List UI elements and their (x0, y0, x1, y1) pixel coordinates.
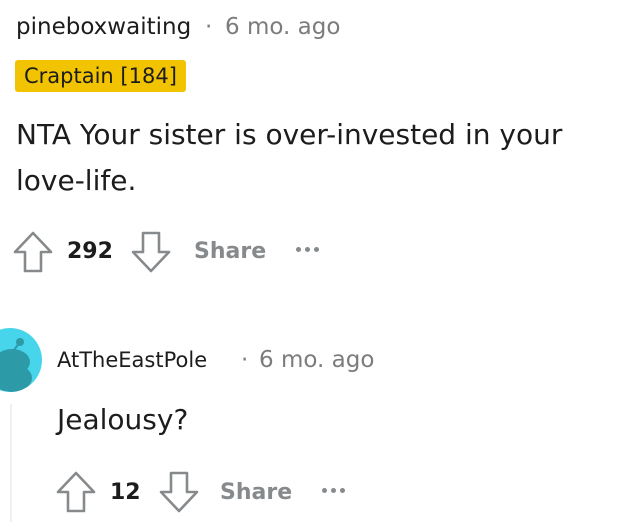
reply-author[interactable]: AtTheEastPole (57, 348, 207, 372)
comment-timestamp[interactable]: 6 mo. ago (225, 14, 340, 40)
downvote-arrow-icon[interactable] (158, 470, 200, 514)
upvote-arrow-icon[interactable] (55, 470, 97, 514)
meta-separator: · (241, 347, 249, 373)
more-options-icon[interactable] (296, 247, 319, 252)
downvote-arrow-icon[interactable] (130, 230, 172, 274)
vote-count: 12 (110, 480, 141, 505)
thread-line[interactable] (10, 404, 12, 522)
more-dot (305, 247, 310, 252)
more-dot (322, 488, 327, 493)
upvote-arrow-icon[interactable] (12, 230, 54, 274)
meta-separator: · (205, 14, 213, 40)
more-dot (331, 488, 336, 493)
user-flair: Craptain [184] (15, 60, 186, 92)
comment-body: NTA Your sister is over-invested in your… (16, 118, 563, 197)
share-button[interactable]: Share (220, 480, 292, 505)
snoo-avatar-icon (0, 338, 32, 392)
comment-author[interactable]: pineboxwaiting (16, 14, 191, 40)
reply-body: Jealousy? (57, 403, 189, 436)
more-dot (296, 247, 301, 252)
vote-count: 292 (67, 239, 113, 264)
share-button[interactable]: Share (194, 239, 266, 264)
more-options-icon[interactable] (322, 488, 345, 493)
more-dot (340, 488, 345, 493)
reply-timestamp[interactable]: 6 mo. ago (259, 347, 374, 373)
more-dot (314, 247, 319, 252)
avatar[interactable] (0, 328, 42, 392)
